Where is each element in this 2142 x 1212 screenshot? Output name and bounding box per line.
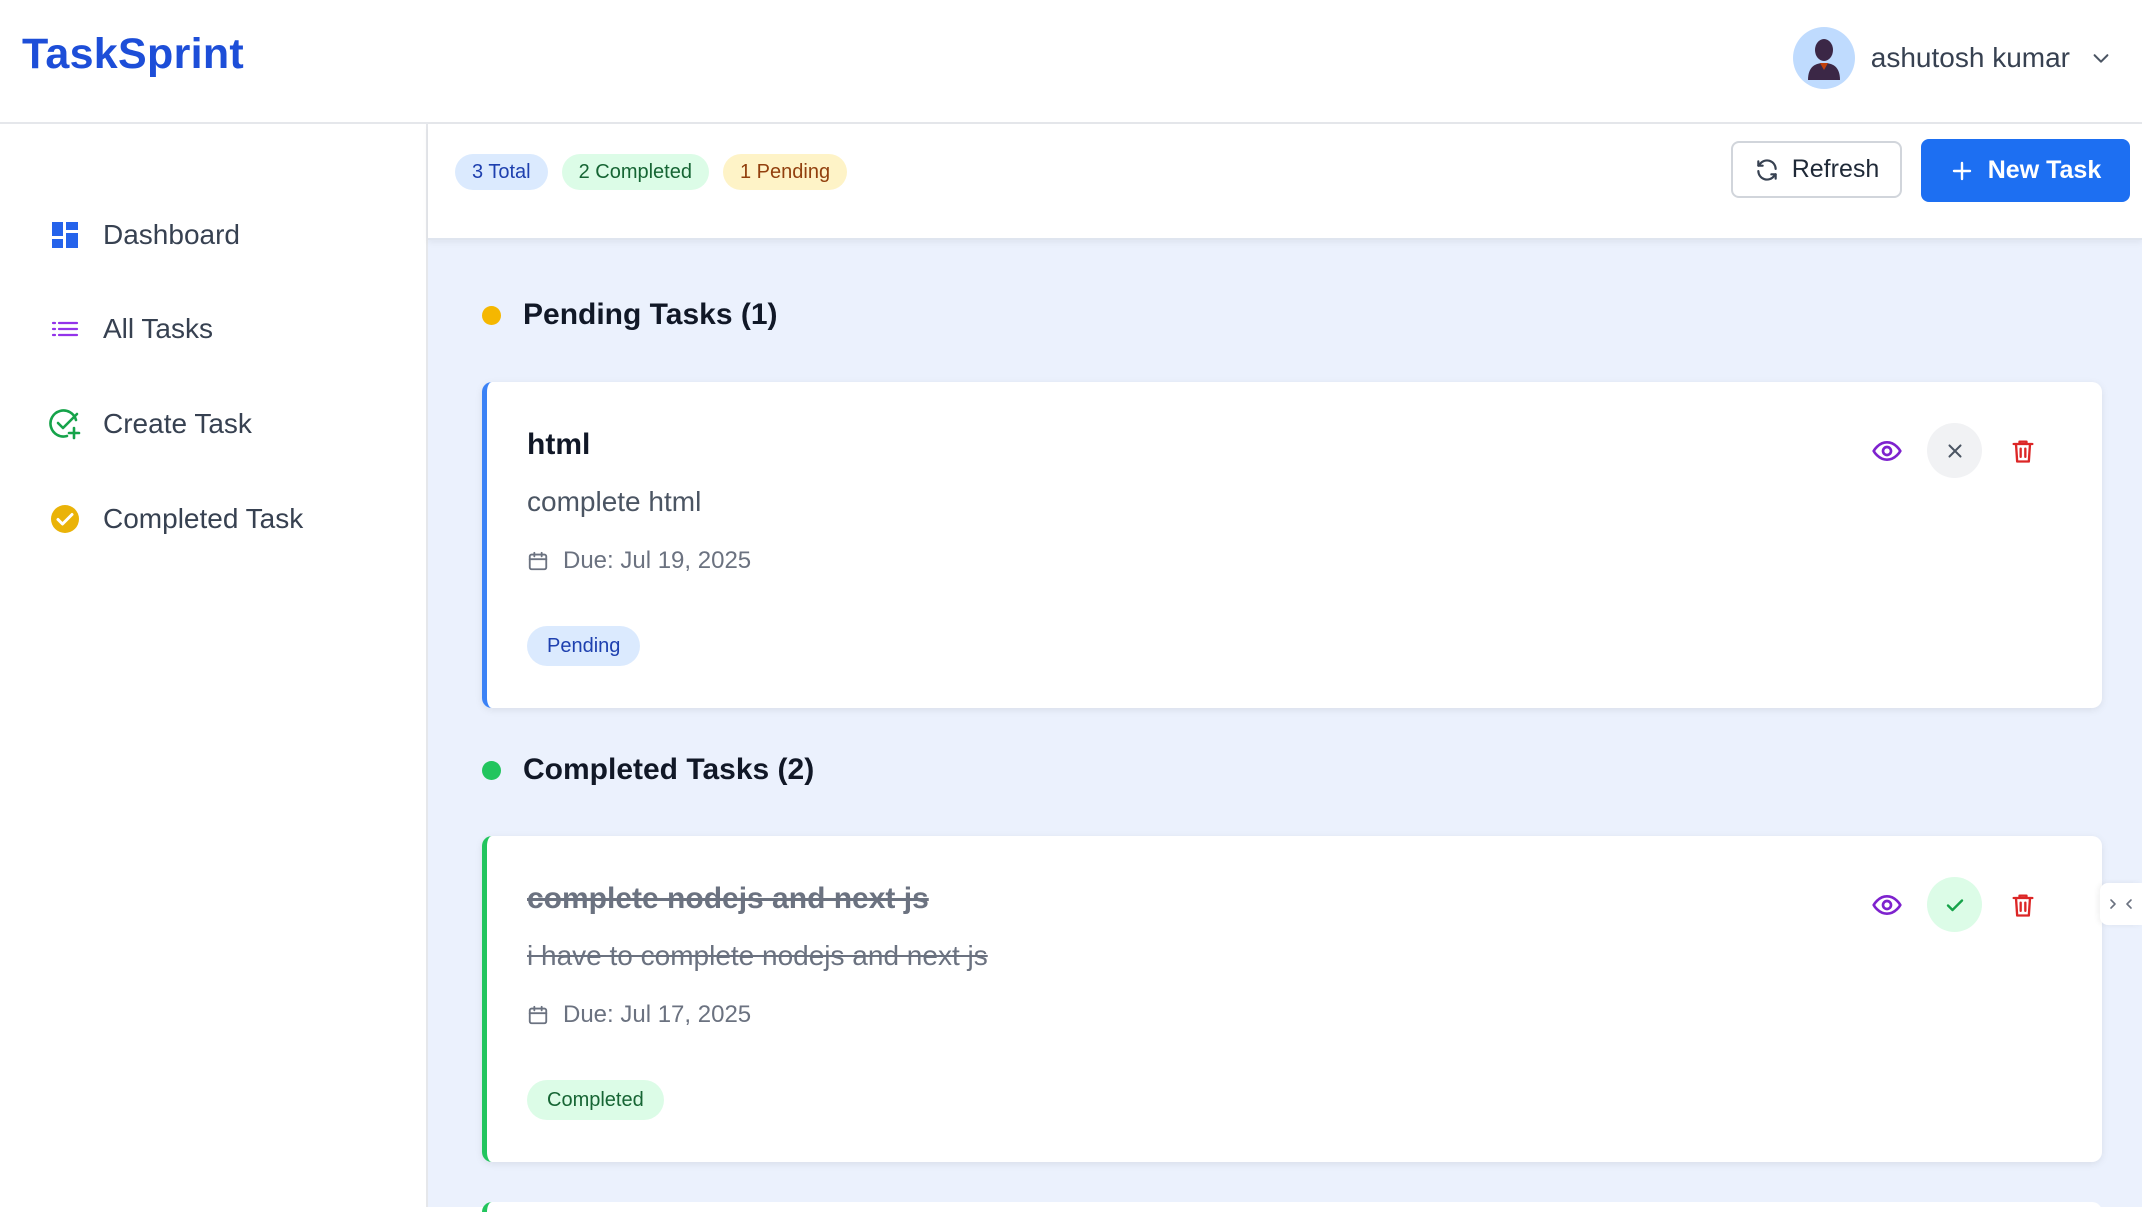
task-actions (1859, 877, 2050, 932)
plus-icon (1950, 159, 1974, 183)
completed-section-title: Completed Tasks (2) (482, 753, 814, 787)
task-card[interactable]: html complete html Due: Jul 19, 2025 Pen… (482, 382, 2102, 708)
task-due-date: Due: Jul 17, 2025 (527, 1001, 751, 1029)
sidebar-item-label: Dashboard (103, 219, 240, 250)
task-due-date: Due: Jul 19, 2025 (527, 547, 751, 575)
list-icon (48, 312, 82, 346)
mark-complete-button[interactable] (1927, 877, 1982, 932)
sidebar-item-completed-task[interactable]: Completed Task (48, 494, 303, 544)
main-content: 3 Total 2 Completed 1 Pending Refresh Ne… (428, 124, 2142, 1207)
check-circle-icon (48, 502, 82, 536)
sidebar-item-label: Completed Task (103, 503, 304, 534)
trash-icon (2009, 437, 2037, 465)
completed-dot (482, 760, 501, 780)
new-task-label: New Task (1987, 156, 2102, 184)
eye-icon (1871, 435, 1903, 467)
user-menu[interactable]: ashutosh kumar (1792, 27, 2112, 89)
task-title: complete nodejs and next js (527, 882, 929, 915)
pending-section-title: Pending Tasks (1) (482, 298, 778, 332)
task-due-text: Due: Jul 19, 2025 (563, 547, 752, 574)
refresh-button[interactable]: Refresh (1731, 141, 1902, 198)
eye-icon (1871, 889, 1903, 921)
delete-task-button[interactable] (1995, 877, 2050, 932)
refresh-label: Refresh (1791, 155, 1880, 183)
status-badge: Completed (527, 1080, 664, 1120)
calendar-icon (527, 550, 549, 572)
trash-icon (2009, 891, 2037, 919)
app-logo[interactable]: TaskSprint (22, 30, 244, 79)
check-icon (1943, 893, 1967, 917)
top-bar: TaskSprint ashutosh kumar (0, 0, 2142, 124)
stat-total-badge: 3 Total (455, 154, 548, 190)
collapse-panel-handle[interactable] (2100, 883, 2142, 925)
delete-task-button[interactable] (1995, 423, 2050, 478)
view-task-button[interactable] (1859, 877, 1914, 932)
refresh-icon (1754, 157, 1780, 183)
section-heading: Pending Tasks (1) (523, 298, 778, 331)
chevron-down-icon[interactable] (2090, 47, 2112, 69)
collapse-arrows-icon (2109, 897, 2133, 911)
stat-pending-badge: 1 Pending (722, 154, 848, 190)
task-actions (1859, 423, 2050, 478)
sidebar-item-create-task[interactable]: Create Task (48, 399, 252, 449)
check-plus-icon (48, 407, 82, 441)
section-heading: Completed Tasks (2) (523, 753, 815, 786)
sidebar: Dashboard All Tasks Create Task Complete… (0, 124, 428, 1207)
calendar-icon (527, 1004, 549, 1026)
user-name[interactable]: ashutosh kumar (1871, 42, 2070, 74)
task-description: complete html (527, 486, 702, 517)
user-avatar-icon (1807, 39, 1840, 80)
task-due-text: Due: Jul 17, 2025 (563, 1001, 752, 1028)
status-badge: Pending (527, 626, 641, 666)
mark-incomplete-button[interactable] (1927, 423, 1982, 478)
new-task-button[interactable]: New Task (1921, 139, 2130, 202)
avatar[interactable] (1792, 27, 1855, 89)
task-toolbar: 3 Total 2 Completed 1 Pending Refresh Ne… (428, 124, 2142, 240)
sidebar-item-label: Create Task (103, 408, 252, 439)
dashboard-icon (48, 218, 82, 252)
close-icon (1944, 440, 1966, 462)
sidebar-item-label: All Tasks (103, 313, 213, 344)
view-task-button[interactable] (1859, 423, 1914, 478)
pending-dot (482, 305, 501, 325)
task-card[interactable]: complete nodejs and next js i have to co… (482, 836, 2102, 1162)
stat-completed-badge: 2 Completed (561, 154, 709, 190)
sidebar-item-all-tasks[interactable]: All Tasks (48, 304, 213, 354)
task-stats: 3 Total 2 Completed 1 Pending (455, 154, 848, 190)
task-description: i have to complete nodejs and next js (527, 940, 988, 971)
task-title: html (527, 428, 591, 461)
sidebar-item-dashboard[interactable]: Dashboard (48, 210, 240, 260)
task-card-partial (482, 1202, 2102, 1212)
